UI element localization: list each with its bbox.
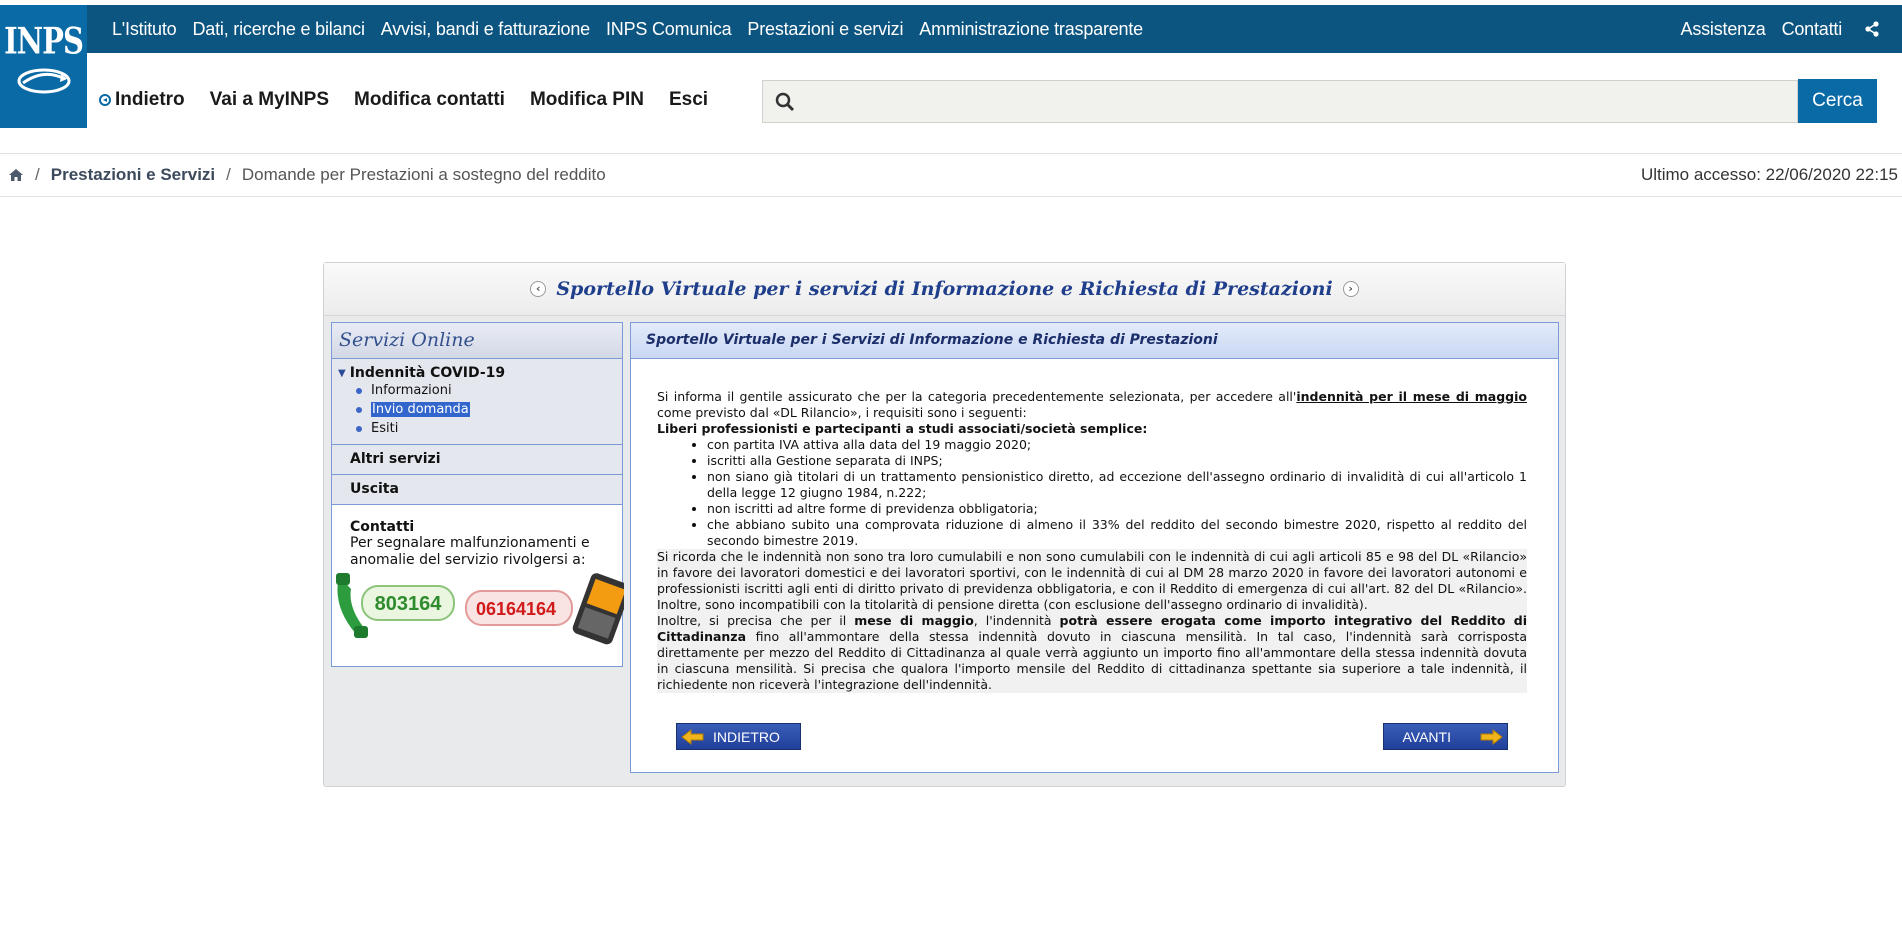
breadcrumb-bar: / Prestazioni e Servizi / Domande per Pr… — [0, 153, 1902, 197]
back-circle-icon — [99, 94, 111, 106]
user-menu: Indietro Vai a MyINPS Modifica contatti … — [99, 78, 733, 122]
contacts-text: Per segnalare malfunzionamenti e anomali… — [350, 535, 590, 568]
breadcrumb-separator: / — [226, 165, 231, 184]
note-text: Inoltre, si precisa che per il — [657, 613, 855, 628]
top-menu: L'Istituto Dati, ricerche e bilanci Avvi… — [112, 5, 1159, 53]
phone1-label: 803164 — [375, 593, 443, 615]
phone2-label: 06164164 — [476, 599, 556, 619]
search-button[interactable]: Cerca — [1798, 79, 1877, 123]
topnav-dati[interactable]: Dati, ricerche e bilanci — [192, 19, 364, 40]
back-link[interactable]: Indietro — [99, 89, 185, 111]
requirement-item: non siano già titolari di un trattamento… — [707, 469, 1527, 501]
intro-text: Si informa il gentile assicurato che per… — [657, 389, 1297, 404]
prev-arrow-icon[interactable]: ‹ — [530, 281, 547, 297]
intro-paragraph: Si informa il gentile assicurato che per… — [657, 389, 1527, 421]
phone-number-red-badge: 06164164 — [465, 590, 573, 626]
home-icon[interactable] — [8, 168, 24, 182]
next-arrow-icon[interactable]: › — [1342, 281, 1359, 297]
panel-header: ‹ Sportello Virtuale per i servizi di In… — [324, 263, 1565, 316]
last-access: Ultimo accesso: 22/06/2020 22:15 — [1640, 165, 1898, 184]
phone-numbers: 803164 06164164 — [334, 571, 624, 651]
sidebar-item-label: Invio domanda — [371, 402, 470, 417]
content-header: Sportello Virtuale per i Servizi di Info… — [631, 323, 1558, 359]
logo-text: INPS — [4, 19, 84, 62]
indietro-button[interactable]: INDIETRO — [676, 723, 801, 750]
indennita-maggio-link[interactable]: indennità per il mese di maggio — [1296, 389, 1527, 404]
sidebar-group-covid[interactable]: ▼ Indennità COVID-19 — [332, 359, 622, 381]
search-icon — [775, 92, 795, 112]
sidebar-item-esiti[interactable]: Esiti — [332, 419, 622, 444]
sidebar-item-label: Informazioni — [371, 383, 452, 398]
note-text: , l'indennità — [973, 613, 1060, 628]
topnav-trasparente[interactable]: Amministrazione trasparente — [919, 19, 1143, 40]
requirement-item: iscritti alla Gestione separata di INPS; — [707, 453, 1527, 469]
contatti-link[interactable]: Contatti — [1782, 19, 1843, 40]
indietro-label: INDIETRO — [713, 728, 780, 745]
back-label: Indietro — [115, 89, 185, 110]
bullet-icon — [356, 425, 362, 432]
avanti-label: AVANTI — [1402, 728, 1452, 745]
panel-title: Sportello Virtuale per i servizi di Info… — [556, 278, 1333, 300]
requirement-item: con partita IVA attiva alla data del 19 … — [707, 437, 1527, 453]
requirement-item: che abbiano subito una comprovata riduzi… — [707, 517, 1527, 549]
caret-down-icon: ▼ — [338, 367, 346, 379]
share-icon[interactable] — [1864, 21, 1880, 37]
content-box: Sportello Virtuale per i Servizi di Info… — [630, 322, 1559, 773]
integration-note: Inoltre, si precisa che per il mese di m… — [657, 613, 1527, 693]
phone-number-green-badge: 803164 — [361, 585, 455, 621]
bullet-icon — [356, 387, 362, 394]
mobile-phone-icon — [572, 573, 624, 645]
topnav-avvisi[interactable]: Avvisi, bandi e fatturazione — [381, 19, 590, 40]
search-box — [762, 80, 1798, 124]
virtual-desk-panel: ‹ Sportello Virtuale per i servizi di In… — [323, 262, 1566, 787]
contacts-box: Contatti Per segnalare malfunzionamenti … — [332, 504, 624, 651]
search-input[interactable] — [809, 81, 1793, 124]
breadcrumb: / Prestazioni e Servizi / Domande per Pr… — [8, 154, 606, 196]
inps-logo[interactable]: INPS — [0, 5, 87, 128]
requirement-item: non iscritti ad altre forme di previdenz… — [707, 501, 1527, 517]
topnav-prestazioni[interactable]: Prestazioni e servizi — [747, 19, 903, 40]
sidebar-item-altri-servizi[interactable]: Altri servizi — [332, 444, 622, 474]
bullet-icon — [356, 406, 362, 413]
sidebar-item-label: Esiti — [371, 421, 399, 436]
note-text: fino all'ammontare della stessa indennit… — [657, 629, 1527, 692]
breadcrumb-current: Domande per Prestazioni a sostegno del r… — [241, 165, 606, 184]
sidebar-item-invio-domanda[interactable]: Invio domanda — [332, 400, 622, 419]
modifica-contatti-link[interactable]: Modifica contatti — [354, 89, 505, 111]
note-bold: mese di maggio — [854, 613, 974, 628]
intro-text-end: come previsto dal «DL Rilancio», i requi… — [657, 405, 1027, 420]
contacts-title: Contatti — [350, 519, 415, 535]
cumulability-note: Si ricorda che le indennità non sono tra… — [657, 549, 1527, 613]
top-right-links: Assistenza Contatti — [1665, 5, 1880, 53]
logo-swirl-icon — [17, 68, 70, 93]
breadcrumb-prestazioni[interactable]: Prestazioni e Servizi — [51, 165, 215, 185]
sidebar-title: Servizi Online — [332, 323, 622, 359]
arrow-right-icon — [1480, 728, 1503, 745]
esci-link[interactable]: Esci — [669, 89, 708, 111]
online-services-sidebar: Servizi Online ▼ Indennità COVID-19 Info… — [331, 322, 624, 667]
content-text: Si informa il gentile assicurato che per… — [657, 389, 1527, 693]
myinps-link[interactable]: Vai a MyINPS — [210, 89, 329, 111]
sidebar-group-label: Indennità COVID-19 — [349, 365, 506, 381]
topnav-istituto[interactable]: L'Istituto — [112, 19, 177, 40]
sidebar-item-informazioni[interactable]: Informazioni — [332, 381, 622, 400]
assistenza-link[interactable]: Assistenza — [1681, 19, 1766, 40]
topnav-comunica[interactable]: INPS Comunica — [606, 19, 732, 40]
sidebar-item-uscita[interactable]: Uscita — [332, 474, 622, 504]
sidebar-menu: ▼ Indennità COVID-19 Informazioni Invio … — [332, 359, 622, 444]
avanti-button[interactable]: AVANTI — [1383, 723, 1508, 750]
modifica-pin-link[interactable]: Modifica PIN — [530, 89, 644, 111]
requirements-list: con partita IVA attiva alla data del 19 … — [657, 437, 1527, 549]
category-heading: Liberi professionisti e partecipanti a s… — [657, 421, 1148, 436]
arrow-left-icon — [681, 728, 704, 745]
breadcrumb-separator: / — [35, 165, 40, 184]
